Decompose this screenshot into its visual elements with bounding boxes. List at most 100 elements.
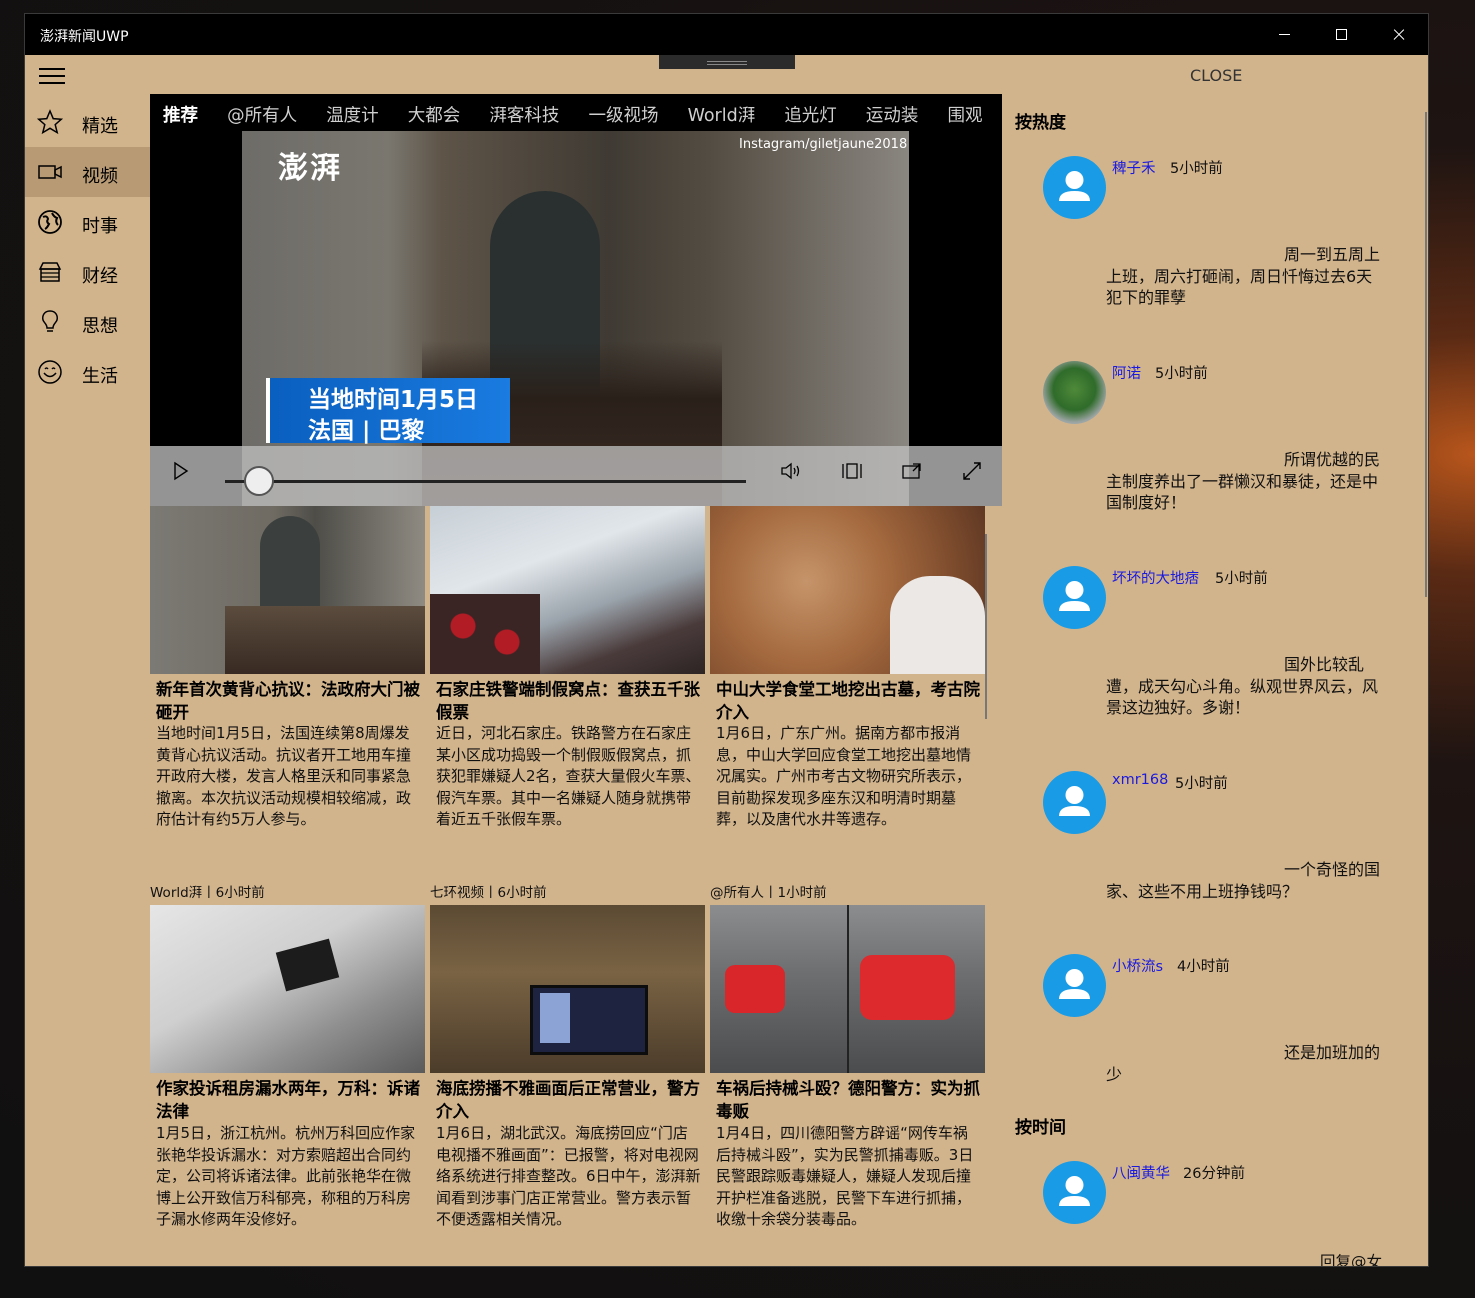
news-summary: 1月6日，广东广州。据南方都市报消息，中山大学回应食堂工地挖出墓地情况属实。广州… [716,724,972,829]
comment-username[interactable]: xmr168 [1112,772,1168,788]
comment-time: 5小时前 [1175,776,1228,792]
video-caption: 当地时间1月5日 法国 | 巴黎 [266,378,510,444]
caption-line-1: 当地时间1月5日 [308,387,479,413]
nav-item-shenghuo[interactable]: 生活 [25,347,150,397]
nav-item-shipin[interactable]: 视频 [25,147,150,197]
default-user-icon[interactable] [1043,954,1106,1017]
video-player[interactable]: 澎湃 Instagram/giletjaune2018 当地时间1月5日 法国 … [150,131,1002,506]
news-title: 海底捞播不雅画面后正常营业，警方介入 [436,1079,700,1121]
nav-item-shishi[interactable]: 时事 [25,197,150,247]
title-bar[interactable]: 澎湃新闻UWP [25,14,1428,55]
comment-text: 所谓优越的民主制度养出了一群懒汉和暴徒，还是中国制度好！ [1106,450,1381,513]
comment-item: 八闽黄华 26分钟前 [1043,1161,1423,1231]
aspect-ratio-icon[interactable] [841,460,863,482]
tab-zhuiguangdeng[interactable]: 追光灯 [784,94,837,131]
comment-text: 国外比较乱遭，成天勾心斗角。纵观世界风云，风景这边独好。多谢！ [1106,655,1379,718]
news-title: 作家投诉租房漏水两年，万科：诉诸法律 [156,1079,420,1121]
nav-label: 财经 [82,266,118,287]
nav-item-sixiang[interactable]: 思想 [25,297,150,347]
news-meta: 七环视频丨6小时前 [430,885,547,901]
video-watermark: Instagram/giletjaune2018 [739,137,908,152]
comment-time: 5小时前 [1155,366,1208,382]
nav-label: 时事 [82,216,118,237]
comment-time: 4小时前 [1177,959,1230,975]
news-summary: 1月5日，浙江杭州。杭州万科回应作家张艳华投诉漏水：对方索赔超出合同约定，公司将… [156,1124,416,1229]
news-meta: World湃丨6小时前 [150,885,265,901]
star-icon [37,109,63,135]
news-card[interactable]: World湃丨6小时前 作家投诉租房漏水两年，万科：诉诸法律 1月5日，浙江杭州… [150,881,425,1261]
comment-text: 一个奇怪的国家、这些不用上班挣钱吗？ [1106,860,1381,901]
news-title: 石家庄铁警端制假窝点：查获五千张假票 [436,680,700,722]
news-card[interactable]: @所有人丨1小时前 车祸后持械斗殴？德阳警方：实为抓毒贩 1月4日，四川德阳警方… [710,881,985,1261]
news-title: 中山大学食堂工地挖出古墓，考古院介入 [716,680,980,722]
lightbulb-icon [42,310,58,332]
plant-photo-avatar[interactable] [1043,361,1106,424]
comment-time: 5小时前 [1170,161,1223,177]
nav-label: 精选 [82,116,118,137]
tab-yiji-shichang[interactable]: 一级视场 [588,94,658,131]
news-thumbnail [710,506,985,674]
tab-weiguan[interactable]: 围观 [948,94,983,131]
nav-item-caijing[interactable]: 财经 [25,247,150,297]
seek-thumb[interactable] [244,466,274,496]
news-meta: @所有人丨1小时前 [710,885,827,901]
main-scrollbar[interactable] [985,534,987,719]
tab-yundongzhuang[interactable]: 运动装 [866,94,919,131]
news-card[interactable]: 中山大学食堂工地挖出古墓，考古院介入 1月6日，广东广州。据南方都市报消息，中山… [710,506,985,846]
category-tab-bar: 推荐 @所有人 温度计 大都会 湃客科技 一级视场 World湃 追光灯 运动装… [150,94,1002,131]
news-thumbnail [430,506,705,674]
comment-username[interactable]: 坏坏的大地痞 [1112,567,1199,588]
news-thumbnail [150,506,425,674]
comment-item: 坏坏的大地痞 5小时前 国外比较乱遭，成天勾心斗角。纵观世界风云，风景这边独好。… [1043,566,1423,726]
maximize-button[interactable] [1313,14,1370,55]
latest-comments-header: 按时间 [1015,1118,1066,1138]
default-user-icon[interactable] [1043,1161,1106,1224]
comments-scrollbar[interactable] [1425,112,1427,597]
news-card[interactable]: 七环视频丨6小时前 海底捞播不雅画面后正常营业，警方介入 1月6日，湖北武汉。海… [430,881,705,1261]
seek-bar[interactable] [225,480,746,483]
tab-suoyouren[interactable]: @所有人 [227,94,297,131]
news-title: 新年首次黄背心抗议：法政府大门被砸开 [156,680,420,722]
default-user-icon[interactable] [1043,566,1106,629]
volume-icon[interactable] [780,460,802,482]
tab-world-pai[interactable]: World湃 [688,94,756,131]
tab-daduhui[interactable]: 大都会 [408,94,461,131]
news-card[interactable]: 新年首次黄背心抗议：法政府大门被砸开 当地时间1月5日，法国连续第8周爆发黄背心… [150,506,425,846]
nav-item-jingxuan[interactable]: 精选 [25,97,150,147]
comment-item: 稗子禾 5小时前 周一到五周上上班，周六打砸闹，周日忏悔过去6天犯下的罪孽 [1043,156,1423,316]
comment-username[interactable]: 八闽黄华 [1112,1162,1170,1183]
minimize-button[interactable] [1256,14,1313,55]
nav-label: 生活 [82,366,118,387]
news-card[interactable]: 石家庄铁警端制假窝点：查获五千张假票 近日，河北石家庄。铁路警方在石家庄某小区成… [430,506,705,846]
default-user-icon[interactable] [1043,771,1106,834]
tab-wenduji[interactable]: 温度计 [326,94,379,131]
minimize-icon [1279,34,1290,35]
comment-username[interactable]: 稗子禾 [1112,157,1156,178]
close-window-button[interactable] [1370,14,1427,55]
comment-item: 小桥流s 4小时前 还是加班加的少 [1043,954,1423,1094]
fullscreen-icon[interactable] [961,460,983,482]
close-comments-button[interactable]: CLOSE [1190,66,1242,85]
comment-text: 周一到五周上上班，周六打砸闹，周日忏悔过去6天犯下的罪孽 [1106,245,1381,308]
news-summary: 1月6日，湖北武汉。海底捞回应“门店电视播不雅画面”：已报警，将对电视网络系统进… [436,1124,701,1229]
news-summary: 1月4日，四川德阳警方辟谣“网传车祸后持械斗殴”，实为民警抓捕毒贩。3日民警跟踪… [716,1124,974,1229]
video-controls [150,446,1002,506]
comment-item: 阿诺 5小时前 所谓优越的民主制度养出了一群懒汉和暴徒，还是中国制度好！ [1043,361,1423,521]
news-summary: 当地时间1月5日，法国连续第8周爆发黄背心抗议活动。抗议者开工地用车撞开政府大楼… [156,724,412,829]
comment-time: 5小时前 [1215,571,1268,587]
comment-username[interactable]: 阿诺 [1112,362,1141,383]
news-summary: 近日，河北石家庄。铁路警方在石家庄某小区成功捣毁一个制假贩假窝点，抓获犯罪嫌疑人… [436,724,701,829]
play-icon[interactable] [169,460,191,482]
pane-drag-handle[interactable] [659,55,795,69]
hamburger-menu-icon[interactable] [39,68,65,86]
app-window: 澎湃新闻UWP 精选 视频 时事 财经 思想 生活 推荐 @所有人 温度计 大都… [24,13,1429,1267]
tab-tuijian[interactable]: 推荐 [163,94,198,131]
comment-username[interactable]: 小桥流s [1112,955,1163,976]
window-title: 澎湃新闻UWP [40,29,129,45]
cast-icon[interactable] [901,460,923,482]
store-icon [38,262,62,282]
nav-label: 思想 [82,316,118,337]
comment-time: 26分钟前 [1183,1166,1245,1182]
default-user-icon[interactable] [1043,156,1106,219]
tab-paike-keji[interactable]: 湃客科技 [489,94,559,131]
